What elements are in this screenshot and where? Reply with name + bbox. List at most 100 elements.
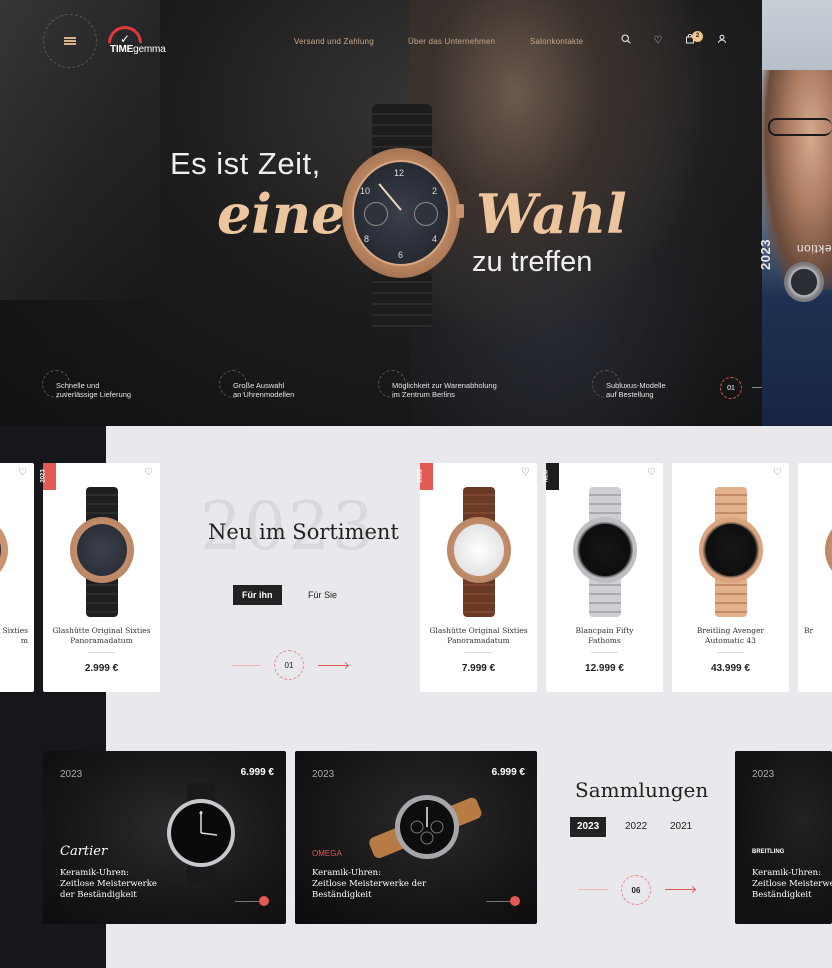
vertical-label-text: Neue Kollektion 2023 (758, 239, 832, 270)
vertical-label-year: 2023 (758, 239, 773, 270)
nav-shipping[interactable]: Versand und Zahlung (294, 37, 374, 46)
product-price: 7.999 € (461, 663, 496, 674)
product-card[interactable]: 2023 ♡ Glashütte Original Sixties Panoram… (417, 463, 537, 692)
badge-neu: NEU (543, 463, 559, 490)
nav-salon-contacts[interactable]: Salonkontakte (530, 37, 583, 46)
hero-slide-pager[interactable]: 01 (720, 377, 742, 399)
product-name-line: Glashütte Original Sixties (52, 626, 151, 635)
collection-card-omega[interactable]: 2023 6.999 € OMEGA Keramik-Uhren: Zeitlos… (295, 751, 537, 924)
watch-case (825, 517, 832, 583)
prev-arrow-icon[interactable] (578, 889, 608, 890)
collection-description-line: Zeitlose Meisterwerke der (312, 879, 427, 889)
product-name: Glashütte Original Sixties Panoramadatum (49, 626, 154, 646)
hero-headline-eine: eine (217, 182, 346, 246)
collection-description-line: der Beständigkeit (60, 890, 137, 900)
feature-line: Schnelle und (56, 381, 100, 390)
collection-description: Keramik-Uhren: Zeitlose Meisterwerke der B… (60, 868, 190, 901)
feature-text: Möglichkeit zur Warenabholung im Zentrum … (392, 381, 497, 399)
watch-case (0, 517, 8, 583)
product-watch-image (0, 487, 10, 617)
hero-headline-line3: zu treffen (472, 246, 593, 278)
watch-crown (456, 204, 464, 218)
watch-numeral: 4 (432, 234, 438, 244)
tab-year-2021[interactable]: 2021 (663, 817, 699, 837)
collection-card-cartier[interactable]: 2023 6.999 € Cartier Keramik-Uhren: Zeitl… (43, 751, 286, 924)
logo-text-gemma: gemma (133, 44, 166, 55)
product-name-line: Automatic 43 (705, 636, 756, 645)
hero-watch-image: 12 2 4 6 8 10 (342, 104, 464, 330)
product-watch-image (68, 487, 136, 617)
product-price: 12.999 € (585, 663, 624, 674)
watch-dial (454, 524, 504, 576)
sortiment-pager[interactable]: 01 (274, 650, 304, 680)
badge-text: 2023 (417, 469, 424, 483)
page: ✓ TIMEgemma Versand und Zahlung Über das… (0, 0, 832, 968)
product-name: Blancpain Fifty Fathoms (552, 626, 657, 646)
product-name-line: Glashütte Original Sixties (429, 626, 528, 635)
watch-numeral: 6 (398, 250, 404, 260)
product-name-line: Fathoms (588, 636, 621, 645)
tab-for-him[interactable]: Für ihn (233, 585, 282, 605)
feature-line: auf Bestellung (606, 390, 654, 399)
product-name-line: Br (804, 626, 814, 635)
user-icon[interactable] (715, 34, 729, 48)
nav-about[interactable]: Über das Unternehmen (408, 37, 495, 46)
product-card[interactable]: NEU ♡ Blancpain Fifty Fathoms 12.999 € (543, 463, 663, 692)
next-arrow-icon[interactable] (665, 889, 695, 890)
tab-for-her[interactable]: Für Sie (299, 585, 346, 605)
watch-numeral: 8 (364, 234, 370, 244)
menu-icon (64, 36, 76, 47)
feature-line: Große Auswahl (233, 381, 285, 390)
product-card[interactable]: ♡ Sixties m (0, 463, 34, 692)
product-name: Sixties m (0, 626, 28, 646)
divider (591, 652, 618, 653)
watch-numeral: 2 (432, 186, 438, 196)
product-card[interactable]: 2023 ♡ Glashütte Original Sixties Panoram… (41, 463, 160, 692)
collections-pager[interactable]: 06 (621, 875, 651, 905)
vertical-label-caption: Neue Kollektion (796, 242, 832, 256)
collection-description-line: Keramik-Uhren: (752, 868, 822, 878)
menu-button[interactable] (43, 14, 97, 68)
watch-dial (77, 524, 127, 576)
search-icon[interactable] (619, 34, 633, 48)
collection-description-line: Zeitlose Meisterwerke (752, 879, 832, 889)
watch-subdial-right (414, 202, 438, 226)
product-name-line: Blancpain Fifty (575, 626, 634, 635)
product-name: Glashütte Original Sixties Panoramadatum (426, 626, 531, 646)
wishlist-heart-icon[interactable]: ♡ (521, 467, 530, 478)
feature-line: Möglichkeit zur Warenabholung (392, 381, 497, 390)
wishlist-heart-icon[interactable]: ♡ (144, 467, 153, 478)
wishlist-heart-icon[interactable]: ♡ (651, 34, 665, 48)
feature-line: zuverlässige Lieferung (56, 390, 132, 399)
side-model-wristwatch (784, 262, 824, 302)
wishlist-heart-icon[interactable]: ♡ (773, 467, 782, 478)
collection-description-line: Keramik-Uhren: (312, 868, 382, 878)
brand-logo-breitling: BREITLING (752, 849, 785, 855)
watch-dial (706, 524, 756, 576)
tab-year-2022[interactable]: 2022 (618, 817, 654, 837)
prev-arrow-icon[interactable] (232, 665, 260, 666)
badge-2023: 2023 (417, 463, 433, 490)
badge-2023: 2023 (41, 463, 56, 490)
watch-numeral: 12 (394, 168, 405, 178)
wishlist-heart-icon[interactable]: ♡ (647, 467, 656, 478)
collection-card-breitling[interactable]: 2023 BREITLING Keramik-Uhren: Zeitlose Me… (735, 751, 832, 924)
collection-year: 2023 (60, 769, 83, 780)
product-card[interactable]: ♡ Breitling Avenger Automatic 43 43.999 € (672, 463, 789, 692)
collection-go-button[interactable] (510, 896, 520, 906)
collection-arrow-line (235, 901, 259, 902)
collection-price: 6.999 € (491, 767, 525, 778)
feature-line: Subluxus-Modelle (606, 381, 666, 390)
logo-text-time: TIME (110, 44, 134, 55)
collection-go-button[interactable] (259, 896, 269, 906)
product-card[interactable]: Br (798, 463, 832, 692)
tab-year-2023[interactable]: 2023 (570, 817, 607, 837)
wishlist-heart-icon[interactable]: ♡ (18, 467, 27, 478)
divider (717, 652, 744, 653)
brand-logo-omega: OMEGA (312, 849, 342, 858)
new-collection-vertical-label[interactable]: Neue Kollektion 2023 (744, 140, 832, 280)
next-arrow-icon[interactable] (318, 665, 348, 666)
logo[interactable]: ✓ TIMEgemma (100, 18, 174, 68)
divider (88, 652, 115, 653)
feature-text: Schnelle und zuverlässige Lieferung (56, 381, 131, 399)
